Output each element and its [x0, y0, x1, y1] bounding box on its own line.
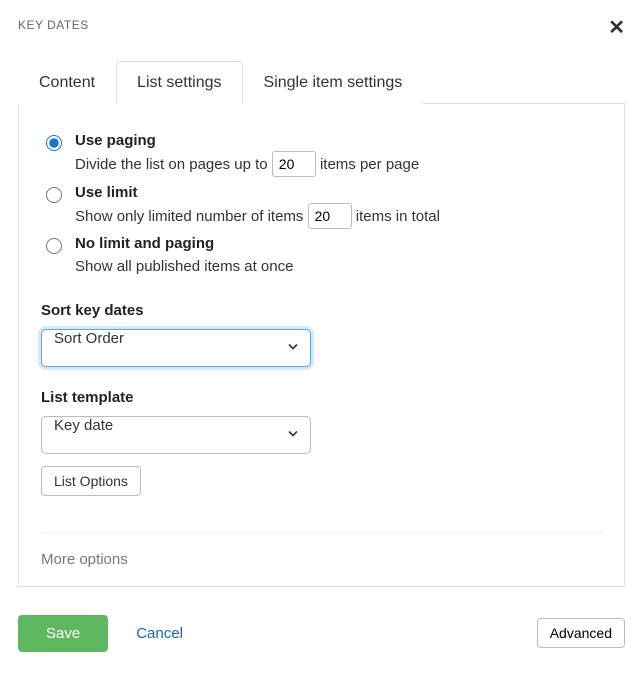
radio-no-limit-input[interactable] — [46, 238, 62, 254]
tab-content[interactable]: Content — [18, 61, 116, 104]
page-title: KEY DATES — [18, 18, 89, 32]
radio-use-limit[interactable]: Use limit Show only limited number of it… — [41, 184, 602, 230]
paging-desc-post: items per page — [316, 156, 419, 173]
tab-list-settings[interactable]: List settings — [116, 61, 242, 104]
radio-use-paging[interactable]: Use paging Divide the list on pages up t… — [41, 132, 602, 178]
list-options-button[interactable]: List Options — [41, 466, 141, 496]
radio-use-limit-label: Use limit — [75, 184, 602, 201]
template-label: List template — [41, 389, 602, 406]
limit-desc-post: items in total — [352, 208, 440, 225]
radio-use-limit-input[interactable] — [46, 187, 62, 203]
template-select-wrap: Key date — [41, 416, 311, 454]
limit-count-input[interactable] — [308, 203, 352, 229]
template-select[interactable]: Key date — [41, 416, 311, 454]
close-icon[interactable]: ✕ — [608, 18, 625, 38]
radio-no-limit-desc: Show all published items at once — [75, 254, 602, 280]
radio-no-limit[interactable]: No limit and paging Show all published i… — [41, 235, 602, 280]
tab-single-item[interactable]: Single item settings — [243, 61, 424, 104]
paging-desc-pre: Divide the list on pages up to — [75, 156, 272, 173]
radio-no-limit-label: No limit and paging — [75, 235, 602, 252]
tabs-container: Content List settings Single item settin… — [18, 60, 625, 104]
sort-select-wrap: Sort Order — [41, 329, 311, 367]
more-options[interactable]: More options — [41, 532, 602, 586]
settings-panel: Use paging Divide the list on pages up t… — [18, 104, 625, 587]
save-button[interactable]: Save — [18, 615, 108, 652]
paging-count-input[interactable] — [272, 151, 316, 177]
radio-use-limit-desc: Show only limited number of items items … — [75, 203, 602, 230]
radio-use-paging-input[interactable] — [46, 135, 62, 151]
limit-desc-pre: Show only limited number of items — [75, 208, 308, 225]
footer: Save Cancel Advanced — [18, 615, 625, 652]
radio-use-paging-label: Use paging — [75, 132, 602, 149]
sort-label: Sort key dates — [41, 302, 602, 319]
radio-use-paging-desc: Divide the list on pages up to items per… — [75, 151, 602, 178]
sort-select[interactable]: Sort Order — [41, 329, 311, 367]
advanced-button[interactable]: Advanced — [537, 618, 625, 648]
cancel-link[interactable]: Cancel — [136, 625, 183, 642]
